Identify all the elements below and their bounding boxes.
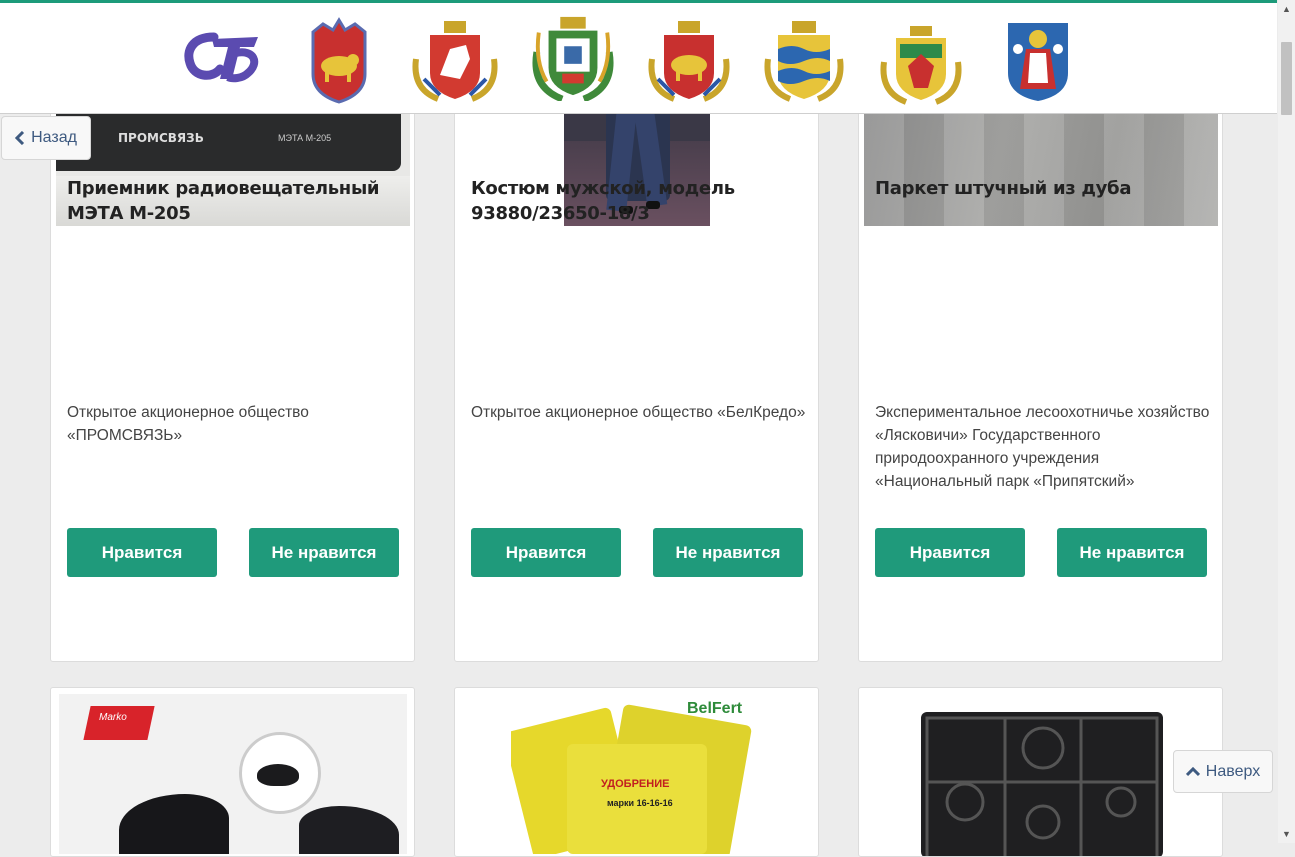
product-company: Открытое акционерное общество «ПРОМСВЯЗЬ… [67,404,309,444]
product-card: ПРОМСВЯЗЬ МЭТА М-205 Приемник радиовещат… [50,40,415,662]
dislike-button[interactable]: Не нравится [653,528,803,577]
fertilizer-label: УДОБРЕНИЕ [601,778,670,790]
grodno-coat-of-arms[interactable] [307,17,371,105]
product-company: Открытое акционерное общество «БелКредо» [471,404,806,421]
fertilizer-mark: марки 16-16-16 [607,798,673,808]
brand-badge-text: Marko [99,712,127,723]
product-title[interactable]: Костюм мужской, модель 93880/23650-18/3 [471,176,806,226]
chevron-up-icon [1185,766,1200,776]
dislike-button[interactable]: Не нравится [1057,528,1207,577]
header-logos-bar [0,0,1277,114]
product-title[interactable]: Паркет штучный из дуба [875,176,1210,201]
image-model-text: МЭТА М-205 [278,133,332,143]
page-scrollbar[interactable]: ▲ ▼ [1278,0,1295,843]
product-title[interactable]: Приемник радиовещательный МЭТА М-205 [67,176,402,226]
product-image[interactable] [921,712,1163,856]
back-button-label: Назад [31,129,77,146]
like-button[interactable]: Нравится [875,528,1025,577]
product-card: УДОБРЕНИЕ марки 16-16-16 BelFert [454,687,819,857]
product-card: Костюм мужской, модель 93880/23650-18/3 … [454,40,819,662]
back-button[interactable]: Назад [1,116,91,160]
minsk-region-coat-of-arms[interactable] [762,17,846,105]
scroll-down-arrow-icon[interactable]: ▼ [1282,829,1291,839]
vitebsk-region-coat-of-arms[interactable] [410,17,500,105]
like-button[interactable]: Нравится [67,528,217,577]
brest-region-coat-of-arms[interactable] [646,17,732,105]
stb-logo[interactable] [184,29,262,85]
scroll-to-top-label: Наверх [1205,762,1261,780]
product-card [858,687,1223,857]
chevron-left-icon [15,131,25,145]
image-brand-text: ПРОМСВЯЗЬ [118,131,204,145]
product-card: Marko [50,687,415,857]
product-image[interactable]: Marko [59,694,407,854]
mogilev-region-coat-of-arms[interactable] [878,21,964,109]
belfert-logo-text: BelFert [687,700,743,717]
gas-hob-grate-icon [925,716,1159,856]
product-card: Паркет штучный из дуба Экспериментальное… [858,40,1223,662]
gomel-region-coat-of-arms[interactable] [530,13,616,101]
like-button[interactable]: Нравится [471,528,621,577]
product-company: Экспериментальное лесоохотничье хозяйств… [875,404,1210,490]
minsk-city-coat-of-arms[interactable] [1004,17,1072,105]
scroll-up-arrow-icon[interactable]: ▲ [1282,4,1291,14]
scroll-to-top-button[interactable]: Наверх [1173,750,1273,793]
dislike-button[interactable]: Не нравится [249,528,399,577]
product-image[interactable]: УДОБРЕНИЕ марки 16-16-16 BelFert [511,694,761,854]
scrollbar-thumb[interactable] [1281,42,1292,115]
